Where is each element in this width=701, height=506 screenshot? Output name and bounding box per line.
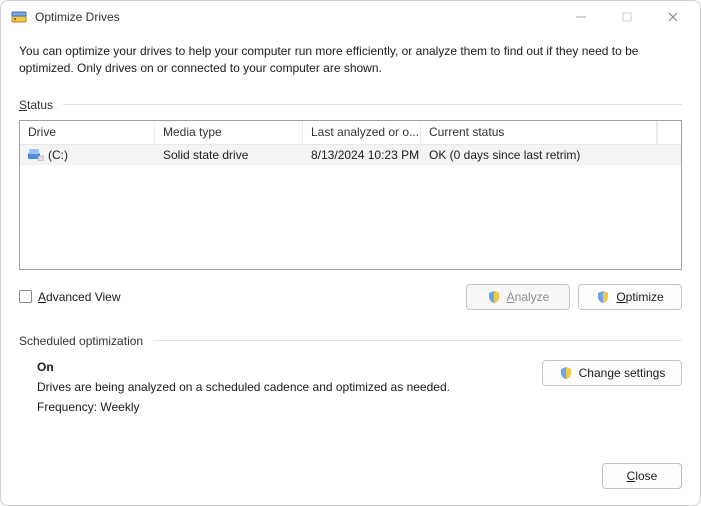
maximize-button[interactable] — [604, 1, 650, 33]
optimize-label: Optimize — [616, 290, 663, 304]
schedule-frequency: Frequency: Weekly — [37, 400, 526, 414]
drive-icon — [28, 149, 44, 161]
shield-icon — [596, 290, 610, 304]
column-media-type[interactable]: Media type — [155, 121, 303, 144]
optimize-button[interactable]: Optimize — [578, 284, 682, 310]
status-section-label: Status — [19, 98, 53, 112]
schedule-desc: Drives are being analyzed on a scheduled… — [37, 380, 526, 394]
minimize-button[interactable] — [558, 1, 604, 33]
checkbox-box[interactable] — [19, 290, 32, 303]
content-area: You can optimize your drives to help you… — [1, 33, 700, 505]
window-title: Optimize Drives — [35, 10, 120, 24]
close-window-button[interactable] — [650, 1, 696, 33]
titlebar[interactable]: Optimize Drives — [1, 1, 700, 33]
optimize-drives-window: Optimize Drives You can optimize your dr… — [0, 0, 701, 506]
shield-icon — [559, 366, 573, 380]
advanced-view-label: Advanced View — [38, 290, 121, 304]
change-settings-label: Change settings — [579, 366, 666, 380]
close-button[interactable]: Close — [602, 463, 682, 489]
advanced-view-checkbox[interactable]: Advanced View — [19, 290, 121, 304]
drives-list[interactable]: Drive Media type Last analyzed or o... C… — [19, 120, 682, 270]
table-header: Drive Media type Last analyzed or o... C… — [20, 121, 681, 145]
analyze-label: Analyze — [507, 290, 550, 304]
close-label: Close — [627, 469, 658, 483]
intro-text: You can optimize your drives to help you… — [19, 43, 682, 78]
column-current-status[interactable]: Current status — [421, 121, 657, 144]
divider — [63, 104, 682, 105]
change-settings-button[interactable]: Change settings — [542, 360, 682, 386]
table-row[interactable]: (C:) Solid state drive 8/13/2024 10:23 P… — [20, 145, 681, 165]
cell-media: Solid state drive — [155, 148, 303, 162]
cell-status: OK (0 days since last retrim) — [421, 148, 657, 162]
column-spacer — [657, 121, 681, 144]
schedule-state: On — [37, 360, 526, 374]
scheduled-section-label: Scheduled optimization — [19, 334, 143, 348]
app-icon — [11, 9, 27, 25]
column-drive[interactable]: Drive — [20, 121, 155, 144]
shield-icon — [487, 290, 501, 304]
cell-last: 8/13/2024 10:23 PM — [303, 148, 421, 162]
drive-label: (C:) — [48, 148, 68, 162]
analyze-button[interactable]: Analyze — [466, 284, 570, 310]
column-last-analyzed[interactable]: Last analyzed or o... — [303, 121, 421, 144]
divider — [153, 340, 682, 341]
